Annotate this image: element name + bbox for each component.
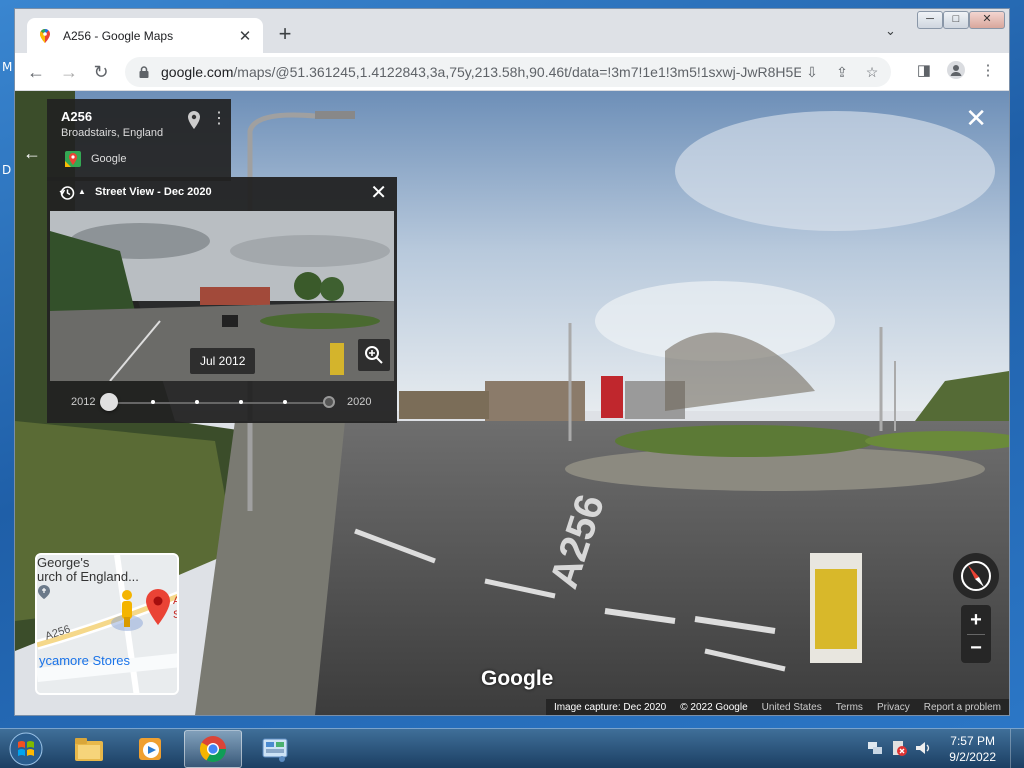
slider-stop[interactable] — [195, 400, 199, 404]
report-problem-link[interactable]: Report a problem — [924, 702, 1001, 713]
time-machine-panel: ▲ Street View - Dec 2020 ✕ Jul 2012 2012… — [47, 177, 397, 423]
url-path: /maps/@51.361245,1.4122843,3a,75y,213.58… — [233, 64, 801, 80]
side-panel-icon[interactable]: ◨ — [913, 61, 935, 79]
zoom-in-magnifier-icon — [365, 346, 383, 364]
reload-icon[interactable]: ↻ — [89, 60, 113, 84]
minimap-marker-label: S — [173, 609, 177, 621]
location-info-card: A256 Broadstairs, England Google ⋮ — [47, 99, 231, 181]
region-link[interactable]: United States — [762, 702, 822, 713]
folder-icon — [75, 738, 103, 761]
slider-stop[interactable] — [151, 400, 155, 404]
google-maps-logo-icon — [65, 151, 81, 167]
location-marker-icon[interactable] — [145, 589, 171, 625]
taskbar-media-player[interactable] — [122, 730, 180, 768]
time-machine-header[interactable]: ▲ Street View - Dec 2020 ✕ — [47, 177, 397, 209]
minimap-poi-label: urch of England... — [37, 569, 139, 584]
minimap[interactable]: George's urch of England... A256 A S yca… — [35, 553, 179, 695]
browser-window: A256 - Google Maps ✕ + ⌄ ─ □ ✕ ← → ↻ goo… — [14, 8, 1010, 716]
compass-button[interactable] — [953, 553, 999, 599]
terms-link[interactable]: Terms — [836, 702, 863, 713]
close-street-view-icon[interactable]: ✕ — [965, 103, 987, 134]
url-host: google.com — [161, 64, 234, 80]
url-text: google.com/maps/@51.361245,1.4122843,3a,… — [161, 64, 801, 80]
maps-favicon-icon — [40, 28, 50, 43]
compass-icon — [961, 561, 991, 591]
bookmark-star-icon[interactable]: ☆ — [861, 64, 883, 81]
windows-orb-icon — [9, 732, 43, 766]
zoom-out-button[interactable]: − — [961, 634, 991, 662]
desktop-icon-label: D — [2, 163, 12, 177]
start-button[interactable] — [4, 730, 48, 768]
place-subtitle: Broadstairs, England — [61, 127, 164, 139]
slider-end-year: 2020 — [347, 396, 372, 408]
browser-toolbar: ← → ↻ google.com/maps/@51.361245,1.41228… — [15, 53, 1009, 91]
attribution-footer: Image capture: Dec 2020 © 2022 Google Un… — [545, 699, 1009, 715]
tab-search-icon[interactable]: ⌄ — [885, 23, 896, 39]
history-clock-icon[interactable] — [59, 185, 75, 201]
show-desktop-button[interactable] — [1010, 729, 1024, 768]
slider-stop[interactable] — [283, 400, 287, 404]
new-tab-button[interactable]: + — [273, 23, 297, 47]
taskbar-chrome[interactable] — [184, 730, 242, 768]
address-bar[interactable]: google.com/maps/@51.361245,1.4122843,3a,… — [125, 57, 891, 87]
taskbar-control-panel[interactable] — [246, 730, 304, 768]
lock-icon — [139, 66, 149, 78]
forward-arrow-icon[interactable]: → — [57, 60, 81, 84]
image-capture-date: Image capture: Dec 2020 — [553, 701, 667, 713]
place-title: A256 — [61, 109, 93, 124]
tab-google-maps[interactable]: A256 - Google Maps ✕ — [27, 18, 263, 53]
minimap-store-label[interactable]: ycamore Stores — [39, 653, 130, 668]
close-window-button[interactable]: ✕ — [969, 11, 1005, 29]
google-watermark: Google — [481, 667, 554, 690]
chrome-icon — [199, 736, 227, 763]
system-clock[interactable]: 7:57 PM 9/2/2022 — [949, 733, 996, 765]
minimap-poi-label: George's — [37, 555, 90, 570]
maximize-button[interactable]: □ — [943, 11, 969, 29]
share-icon[interactable]: ⇪ — [831, 64, 853, 81]
tab-strip: A256 - Google Maps ✕ + ⌄ ─ □ ✕ — [15, 9, 1009, 53]
minimize-button[interactable]: ─ — [917, 11, 943, 29]
tray-network-icon[interactable] — [866, 739, 884, 757]
pegman-icon[interactable] — [107, 589, 147, 633]
slider-current-stop[interactable] — [323, 396, 335, 408]
historical-preview-image[interactable]: Jul 2012 — [50, 211, 394, 381]
privacy-link[interactable]: Privacy — [877, 702, 910, 713]
desktop-icon-label: M — [2, 60, 13, 74]
time-machine-title: Street View - Dec 2020 — [95, 186, 212, 198]
imagery-source[interactable]: Google — [91, 153, 126, 165]
tab-title: A256 - Google Maps — [63, 28, 174, 43]
time-slider[interactable]: 2012 2020 — [47, 383, 397, 423]
expand-preview-button[interactable] — [358, 339, 390, 371]
menu-kebab-icon[interactable]: ⋮ — [977, 61, 999, 79]
location-pin-icon[interactable] — [187, 111, 201, 129]
taskbar-explorer[interactable] — [60, 730, 118, 768]
zoom-in-button[interactable]: + — [961, 606, 991, 634]
back-arrow-icon[interactable]: ← — [24, 60, 48, 84]
slider-track[interactable] — [109, 402, 329, 404]
close-time-machine-icon[interactable]: ✕ — [370, 180, 387, 205]
clock-time: 7:57 PM — [950, 734, 995, 748]
tray-action-center-icon[interactable] — [890, 739, 908, 757]
church-poi-icon[interactable] — [37, 585, 51, 599]
street-view-viewport[interactable]: A256 ✕ ← A256 Broadstairs, England Googl… — [15, 91, 1009, 715]
tray-volume-icon[interactable] — [914, 739, 932, 757]
slider-thumb[interactable] — [100, 393, 118, 411]
caret-up-icon[interactable]: ▲ — [78, 187, 86, 196]
more-options-icon[interactable]: ⋮ — [211, 111, 227, 127]
slider-stop[interactable] — [239, 400, 243, 404]
control-panel-icon — [262, 738, 288, 762]
back-arrow-icon[interactable]: ← — [23, 143, 41, 164]
minimap-marker-label: A — [173, 595, 177, 607]
media-player-icon — [139, 738, 161, 760]
zoom-control: + − — [961, 605, 991, 663]
selected-date-badge: Jul 2012 — [190, 348, 256, 374]
tab-close-icon[interactable]: ✕ — [237, 27, 253, 45]
install-app-icon[interactable]: ⇩ — [801, 64, 823, 81]
clock-date: 9/2/2022 — [949, 750, 996, 764]
slider-start-year: 2012 — [71, 396, 96, 408]
profile-avatar-icon[interactable] — [945, 61, 967, 83]
copyright-text: © 2022 Google — [680, 701, 748, 713]
windows-taskbar: 7:57 PM 9/2/2022 — [0, 728, 1024, 768]
